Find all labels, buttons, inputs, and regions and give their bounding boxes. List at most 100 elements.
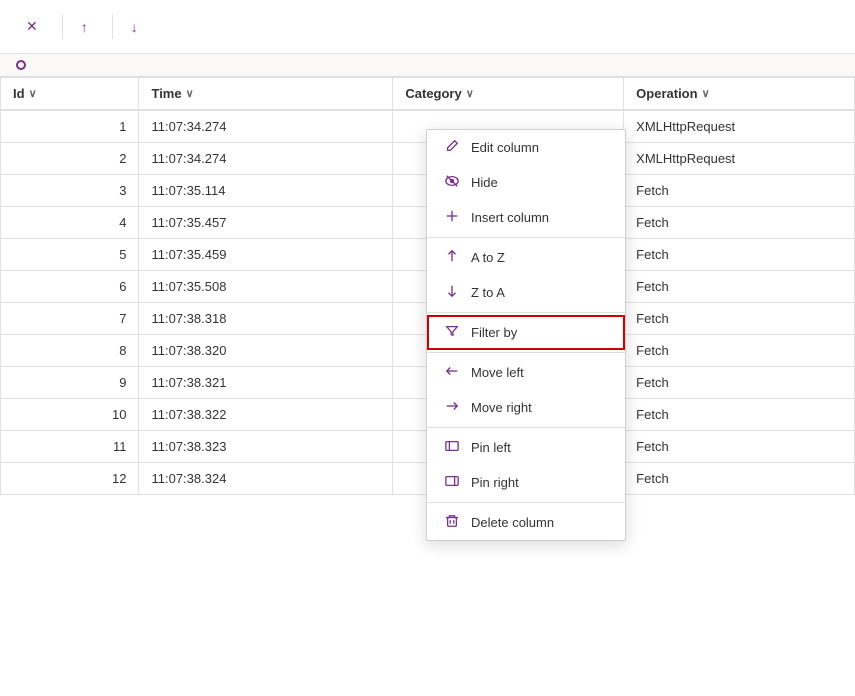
table-container: Id ∨ Time ∨ Category ∨: [0, 77, 855, 685]
col-time-chevron-icon: ∨: [186, 87, 194, 100]
cell-time: 11:07:38.321: [139, 367, 393, 399]
upload-button[interactable]: ↑: [71, 13, 104, 41]
col-category-chevron-icon: ∨: [466, 87, 474, 100]
cell-operation: Fetch: [624, 239, 855, 271]
menu-item-edit-column[interactable]: Edit column: [427, 130, 625, 165]
menu-item-label: Move right: [471, 400, 532, 415]
cell-time: 11:07:38.320: [139, 335, 393, 367]
menu-item-label: Filter by: [471, 325, 517, 340]
col-id-label: Id: [13, 86, 25, 101]
cell-time: 11:07:35.457: [139, 207, 393, 239]
column-header-category[interactable]: Category ∨: [393, 78, 624, 111]
column-header-id[interactable]: Id ∨: [1, 78, 139, 111]
cell-operation: Fetch: [624, 367, 855, 399]
divider-after-insert-column: [427, 237, 625, 238]
cell-time: 11:07:38.322: [139, 399, 393, 431]
cell-id: 6: [1, 271, 139, 303]
cell-id: 4: [1, 207, 139, 239]
col-time-label: Time: [151, 86, 181, 101]
menu-item-label: Move left: [471, 365, 524, 380]
cell-time: 11:07:38.323: [139, 431, 393, 463]
menu-item-label: Delete column: [471, 515, 554, 530]
cell-time: 11:07:34.274: [139, 110, 393, 143]
cell-operation: XMLHttpRequest: [624, 143, 855, 175]
menu-item-move-right[interactable]: Move right: [427, 390, 625, 425]
table-header-row: Id ∨ Time ∨ Category ∨: [1, 78, 855, 111]
cell-time: 11:07:35.114: [139, 175, 393, 207]
menu-item-label: Pin right: [471, 475, 519, 490]
cell-id: 1: [1, 110, 139, 143]
delete-column-icon: [443, 514, 461, 531]
cell-time: 11:07:34.274: [139, 143, 393, 175]
cell-operation: XMLHttpRequest: [624, 110, 855, 143]
cell-id: 7: [1, 303, 139, 335]
move-left-icon: [443, 364, 461, 381]
cell-operation: Fetch: [624, 399, 855, 431]
clear-icon: ✕: [26, 18, 38, 35]
menu-item-label: Insert column: [471, 210, 549, 225]
divider-after-z-to-a: [427, 312, 625, 313]
menu-item-label: A to Z: [471, 250, 505, 265]
menu-item-label: Pin left: [471, 440, 511, 455]
cell-id: 9: [1, 367, 139, 399]
menu-item-insert-column[interactable]: Insert column: [427, 200, 625, 235]
session-bar: [0, 54, 855, 77]
cell-operation: Fetch: [624, 271, 855, 303]
cell-operation: Fetch: [624, 335, 855, 367]
a-to-z-icon: [443, 249, 461, 266]
toolbar-divider-1: [62, 15, 63, 39]
divider-after-move-right: [427, 427, 625, 428]
menu-item-hide[interactable]: Hide: [427, 165, 625, 200]
z-to-a-icon: [443, 284, 461, 301]
cell-time: 11:07:35.459: [139, 239, 393, 271]
cell-id: 10: [1, 399, 139, 431]
cell-time: 11:07:38.324: [139, 463, 393, 495]
edit-column-icon: [443, 139, 461, 156]
download-button[interactable]: ↓: [121, 13, 154, 41]
menu-item-z-to-a[interactable]: Z to A: [427, 275, 625, 310]
menu-item-pin-left[interactable]: Pin left: [427, 430, 625, 465]
menu-item-a-to-z[interactable]: A to Z: [427, 240, 625, 275]
divider-after-pin-right: [427, 502, 625, 503]
clear-data-button[interactable]: ✕: [16, 12, 54, 41]
cell-id: 11: [1, 431, 139, 463]
menu-item-label: Z to A: [471, 285, 505, 300]
cell-operation: Fetch: [624, 431, 855, 463]
cell-operation: Fetch: [624, 207, 855, 239]
download-icon: ↓: [131, 19, 138, 35]
cell-time: 11:07:38.318: [139, 303, 393, 335]
cell-id: 2: [1, 143, 139, 175]
col-category-label: Category: [405, 86, 461, 101]
menu-item-delete-column[interactable]: Delete column: [427, 505, 625, 540]
pin-left-icon: [443, 439, 461, 456]
cell-operation: Fetch: [624, 463, 855, 495]
cell-time: 11:07:35.508: [139, 271, 393, 303]
toolbar: ✕ ↑ ↓: [0, 0, 855, 54]
cell-id: 8: [1, 335, 139, 367]
move-right-icon: [443, 399, 461, 416]
column-header-operation[interactable]: Operation ∨: [624, 78, 855, 111]
column-context-menu: Edit column Hide Insert column A to Z Z …: [426, 129, 626, 541]
cell-id: 3: [1, 175, 139, 207]
col-operation-label: Operation: [636, 86, 697, 101]
col-id-chevron-icon: ∨: [29, 87, 37, 100]
cell-id: 5: [1, 239, 139, 271]
menu-item-label: Edit column: [471, 140, 539, 155]
divider-after-filter-by: [427, 352, 625, 353]
upload-icon: ↑: [81, 19, 88, 35]
toolbar-divider-2: [112, 15, 113, 39]
cell-operation: Fetch: [624, 303, 855, 335]
pin-right-icon: [443, 474, 461, 491]
menu-item-pin-right[interactable]: Pin right: [427, 465, 625, 500]
session-dot-icon: [16, 60, 26, 70]
insert-column-icon: [443, 209, 461, 226]
cell-operation: Fetch: [624, 175, 855, 207]
column-header-time[interactable]: Time ∨: [139, 78, 393, 111]
hide-icon: [443, 174, 461, 191]
menu-item-label: Hide: [471, 175, 498, 190]
cell-id: 12: [1, 463, 139, 495]
col-operation-chevron-icon: ∨: [702, 87, 710, 100]
filter-by-icon: [443, 324, 461, 341]
menu-item-filter-by[interactable]: Filter by: [427, 315, 625, 350]
menu-item-move-left[interactable]: Move left: [427, 355, 625, 390]
